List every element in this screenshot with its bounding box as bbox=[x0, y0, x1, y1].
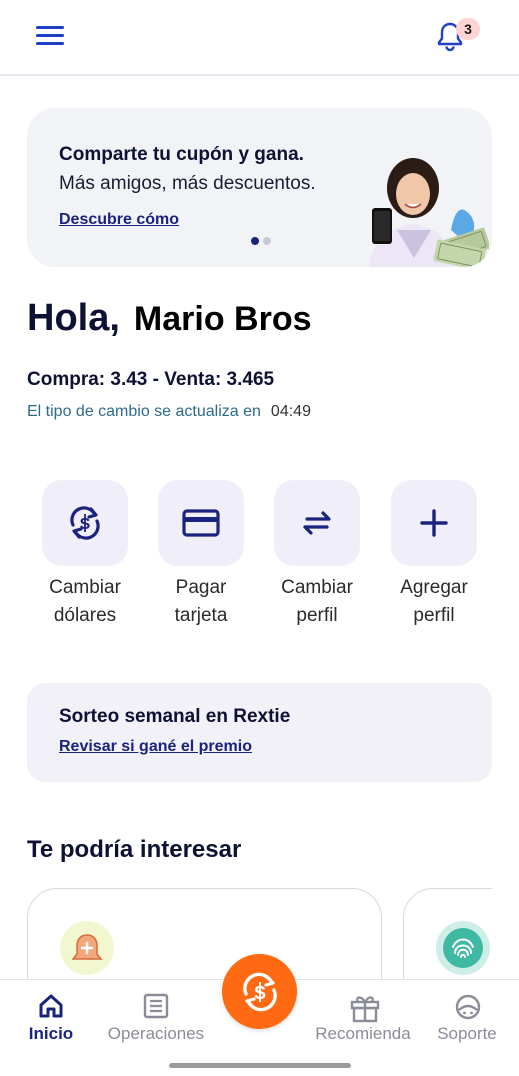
nav-label: Recomienda bbox=[315, 1024, 411, 1043]
swap-arrows-icon bbox=[303, 511, 331, 535]
section-title: Te podría interesar bbox=[27, 836, 242, 863]
fingerprint-icon bbox=[436, 921, 490, 975]
home-icon bbox=[39, 994, 63, 1018]
nav-recommend[interactable]: Recomienda bbox=[308, 990, 418, 1050]
promo-title: Comparte tu cupón y gana. bbox=[59, 144, 304, 165]
interest-card[interactable] bbox=[27, 888, 382, 980]
action-label: Cambiar perfil bbox=[281, 577, 353, 626]
notification-badge: 3 bbox=[456, 18, 480, 40]
credit-card-icon bbox=[182, 509, 220, 537]
raffle-title: Sorteo semanal en Rextie bbox=[59, 706, 291, 727]
action-label: Pagar tarjeta bbox=[174, 577, 228, 626]
hamburger-menu-icon bbox=[36, 26, 64, 29]
greeting-hello: Hola, bbox=[27, 297, 120, 339]
nav-label: Inicio bbox=[28, 1024, 74, 1043]
rate-countdown: 04:49 bbox=[270, 403, 311, 420]
carousel-dots[interactable] bbox=[251, 237, 275, 245]
support-agent-icon bbox=[455, 994, 481, 1020]
exchange-rates: Compra: 3.43 - Venta: 3.465 bbox=[27, 369, 275, 390]
promo-link[interactable]: Descubre cómo bbox=[59, 211, 179, 229]
list-document-icon bbox=[143, 993, 169, 1019]
raffle-link[interactable]: Revisar si gané el premio bbox=[59, 738, 252, 756]
nav-operations[interactable]: Operaciones bbox=[101, 990, 211, 1050]
exchange-fab-icon: S bbox=[243, 972, 277, 1012]
alert-bell-icon bbox=[60, 921, 114, 975]
promo-banner[interactable]: Comparte tu cupón y gana. Más amigos, má… bbox=[27, 108, 492, 267]
carousel-dot-active[interactable] bbox=[251, 237, 259, 245]
user-name: Mario Bros bbox=[133, 300, 312, 338]
gift-icon bbox=[350, 996, 380, 1023]
action-label: Cambiar dólares bbox=[49, 577, 121, 626]
action-label: Agregar perfil bbox=[400, 577, 468, 626]
promo-subtitle: Más amigos, más descuentos. bbox=[59, 173, 316, 194]
currency-exchange-icon: S bbox=[70, 506, 100, 540]
nav-support[interactable]: Soporte bbox=[412, 990, 519, 1050]
notifications-button[interactable]: 3 bbox=[434, 18, 482, 54]
rate-update-row: El tipo de cambio se actualiza en 04:49 bbox=[27, 403, 311, 421]
carousel-dot[interactable] bbox=[263, 237, 271, 245]
nav-home[interactable]: Inicio bbox=[0, 990, 106, 1050]
nav-label: Soporte bbox=[437, 1024, 497, 1043]
nav-label: Operaciones bbox=[107, 1024, 205, 1043]
plus-icon bbox=[420, 509, 448, 537]
home-indicator bbox=[169, 1063, 351, 1068]
interest-card[interactable] bbox=[403, 888, 492, 980]
raffle-banner[interactable]: Sorteo semanal en Rextie Revisar si gané… bbox=[27, 683, 492, 782]
top-bar: 3 bbox=[0, 0, 519, 76]
quick-actions: S Cambiar dólares Pagar tarjeta bbox=[0, 480, 519, 630]
exchange-fab-button[interactable]: S bbox=[222, 954, 297, 1029]
promo-illustration bbox=[369, 158, 489, 267]
menu-button[interactable] bbox=[36, 24, 66, 46]
rate-update-label: El tipo de cambio se actualiza en bbox=[27, 403, 261, 420]
greeting: Hola, Mario Bros bbox=[27, 297, 312, 340]
